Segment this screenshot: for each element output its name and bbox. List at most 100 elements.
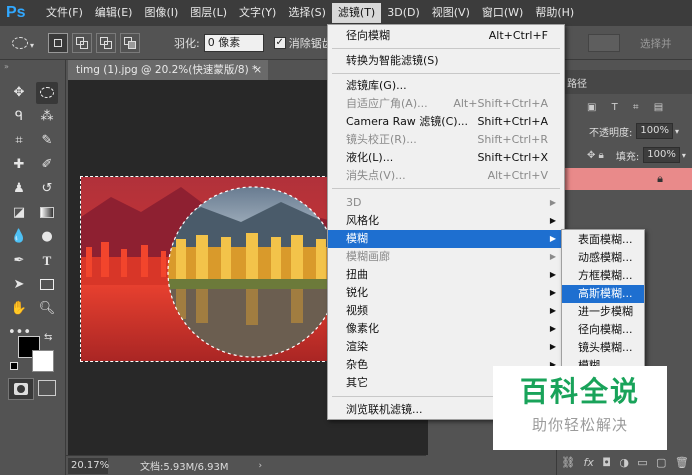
add-mask-icon[interactable]: ◘ bbox=[602, 456, 611, 469]
document-tab[interactable]: timg (1).jpg @ 20.2%(快速蒙版/8) * × bbox=[68, 60, 268, 80]
menu-item-radial-blur-last[interactable]: 径向模糊 Alt+Ctrl+F bbox=[328, 27, 564, 45]
fill-row: ✥ 🔒︎ 填充: 100% ▾ bbox=[557, 144, 692, 166]
swap-colors-icon[interactable]: ⇆ bbox=[44, 332, 52, 343]
history-brush-tool-icon[interactable]: ↺ bbox=[36, 178, 58, 200]
fill-field[interactable]: 100% bbox=[643, 147, 680, 163]
menu-filter[interactable]: 滤镜(T) bbox=[331, 3, 382, 23]
antialias-checkbox[interactable]: ✓ bbox=[273, 36, 286, 49]
new-group-icon[interactable]: ▭ bbox=[637, 456, 647, 469]
menu-item-distort[interactable]: 扭曲 ▶ bbox=[328, 266, 564, 284]
submenu-item-motion-blur[interactable]: 动感模糊... bbox=[562, 249, 644, 267]
hand-tool-icon[interactable]: ✋ bbox=[8, 298, 30, 320]
menu-layer[interactable]: 图层(L) bbox=[184, 3, 233, 23]
healing-brush-tool-icon[interactable]: ✚ bbox=[8, 154, 30, 176]
zoom-tool-icon[interactable]: 🔍︎ bbox=[36, 298, 58, 320]
delete-layer-icon[interactable]: 🗑︎ bbox=[675, 456, 689, 469]
menu-item-filter-gallery[interactable]: 滤镜库(G)... bbox=[328, 77, 564, 95]
blur-tool-icon[interactable]: 💧 bbox=[8, 226, 30, 248]
submenu-item-lens-blur[interactable]: 镜头模糊... bbox=[562, 339, 644, 357]
dodge-tool-icon[interactable]: ● bbox=[36, 226, 58, 248]
add-selection-button[interactable] bbox=[72, 32, 92, 53]
screen-mode-icon[interactable] bbox=[38, 380, 56, 396]
layer-row-selected[interactable]: 🔒︎ bbox=[557, 168, 692, 190]
item-label: 3D bbox=[346, 196, 362, 209]
brush-tool-icon[interactable]: ✐ bbox=[36, 154, 58, 176]
filter-icons[interactable]: ▣ T ⌗ ▤ bbox=[587, 102, 669, 113]
item-label: 自适应广角(A)... bbox=[346, 97, 428, 110]
new-selection-button[interactable] bbox=[48, 32, 68, 53]
menu-type[interactable]: 文字(Y) bbox=[233, 3, 282, 23]
menu-item-pixelate[interactable]: 像素化 ▶ bbox=[328, 320, 564, 338]
eyedropper-tool-icon[interactable]: ✎ bbox=[36, 130, 58, 152]
clone-stamp-tool-icon[interactable]: ♟ bbox=[8, 178, 30, 200]
item-shortcut: Shift+Ctrl+A bbox=[477, 115, 548, 128]
submenu-item-blur-more[interactable]: 进一步模糊 bbox=[562, 303, 644, 321]
default-colors-icon[interactable] bbox=[10, 362, 18, 370]
crop-tool-icon[interactable]: ⌗ bbox=[8, 130, 30, 152]
close-document-icon[interactable]: × bbox=[253, 60, 262, 80]
document-info[interactable]: 文档:5.93M/6.93M bbox=[140, 458, 229, 473]
menu-window[interactable]: 窗口(W) bbox=[476, 3, 529, 23]
menu-edit[interactable]: 编辑(E) bbox=[89, 3, 139, 23]
lock-icons[interactable]: ✥ 🔒︎ bbox=[587, 150, 604, 161]
type-tool-icon[interactable]: T bbox=[36, 250, 58, 272]
status-menu-arrow-icon[interactable]: › bbox=[259, 461, 263, 471]
opacity-field[interactable]: 100% bbox=[636, 123, 673, 139]
marquee-preset-icon[interactable]: ▾ bbox=[8, 32, 38, 54]
new-layer-icon[interactable]: ▢ bbox=[656, 456, 666, 469]
item-label: 视频 bbox=[346, 304, 368, 317]
rectangle-tool-icon[interactable] bbox=[36, 274, 58, 296]
menu-image[interactable]: 图像(I) bbox=[138, 3, 184, 23]
move-tool-icon[interactable]: ✥ bbox=[8, 82, 30, 104]
menu-item-video[interactable]: 视频 ▶ bbox=[328, 302, 564, 320]
eraser-tool-icon[interactable]: ◪ bbox=[8, 202, 30, 224]
submenu-item-radial-blur[interactable]: 径向模糊... bbox=[562, 321, 644, 339]
item-label: 渲染 bbox=[346, 340, 368, 353]
menu-view[interactable]: 视图(V) bbox=[426, 3, 476, 23]
background-color-swatch[interactable] bbox=[32, 350, 54, 372]
adjustment-layer-icon[interactable]: ◑ bbox=[619, 456, 629, 469]
paths-tab[interactable]: 路径 bbox=[567, 75, 587, 90]
intersect-selection-button[interactable] bbox=[120, 32, 140, 53]
zoom-level-field[interactable]: 20.17% bbox=[68, 457, 109, 474]
fx-icon[interactable]: fx bbox=[584, 456, 594, 469]
menu-item-convert-smart-filter[interactable]: 转换为智能滤镜(S) bbox=[328, 52, 564, 70]
magic-wand-tool-icon[interactable]: ⁂ bbox=[36, 106, 58, 128]
menu-select[interactable]: 选择(S) bbox=[282, 3, 332, 23]
menu-item-liquify[interactable]: 液化(L)... Shift+Ctrl+X bbox=[328, 149, 564, 167]
item-shortcut: Alt+Shift+Ctrl+A bbox=[453, 97, 548, 110]
menu-item-stylize[interactable]: 风格化 ▶ bbox=[328, 212, 564, 230]
submenu-arrow-icon: ▶ bbox=[549, 306, 556, 315]
fill-dropdown-icon[interactable]: ▾ bbox=[682, 151, 686, 160]
item-label: 镜头校正(R)... bbox=[346, 133, 417, 146]
lasso-tool-icon[interactable]: ᑫ bbox=[8, 106, 30, 128]
menu-item-camera-raw[interactable]: Camera Raw 滤镜(C)... Shift+Ctrl+A bbox=[328, 113, 564, 131]
link-layers-icon[interactable]: ⛓ bbox=[561, 456, 575, 469]
subtract-selection-button[interactable] bbox=[96, 32, 116, 53]
pen-tool-icon[interactable]: ✒ bbox=[8, 250, 30, 272]
elliptical-marquee-tool-icon[interactable] bbox=[36, 82, 58, 104]
menu-3d[interactable]: 3D(D) bbox=[381, 3, 426, 23]
menu-help[interactable]: 帮助(H) bbox=[529, 3, 580, 23]
document-tab-title: timg (1).jpg @ 20.2%(快速蒙版/8) * bbox=[76, 64, 258, 76]
path-selection-tool-icon[interactable]: ➤ bbox=[8, 274, 30, 296]
tools-collapse-icon[interactable]: » bbox=[4, 62, 9, 71]
panel-tabs: 路径 bbox=[557, 70, 692, 94]
select-and-mask-button[interactable]: 选择并 bbox=[640, 36, 672, 51]
submenu-arrow-icon: ▶ bbox=[549, 288, 556, 297]
opacity-dropdown-icon[interactable]: ▾ bbox=[675, 127, 679, 136]
item-label: 风格化 bbox=[346, 214, 379, 227]
item-label: 其它 bbox=[346, 376, 368, 389]
menu-item-sharpen[interactable]: 锐化 ▶ bbox=[328, 284, 564, 302]
menu-item-render[interactable]: 渲染 ▶ bbox=[328, 338, 564, 356]
select-mask-input[interactable] bbox=[588, 34, 620, 52]
menu-item-blur[interactable]: 模糊 ▶ bbox=[328, 230, 564, 248]
feather-input[interactable]: 0 像素 bbox=[203, 33, 264, 52]
submenu-item-gaussian-blur[interactable]: 高斯模糊... bbox=[562, 285, 644, 303]
submenu-item-surface-blur[interactable]: 表面模糊... bbox=[562, 231, 644, 249]
quick-mask-mode-icon[interactable] bbox=[8, 378, 34, 400]
submenu-item-box-blur[interactable]: 方框模糊... bbox=[562, 267, 644, 285]
menu-item-3d: 3D ▶ bbox=[328, 194, 564, 212]
menu-file[interactable]: 文件(F) bbox=[40, 3, 89, 23]
gradient-tool-icon[interactable] bbox=[36, 202, 58, 224]
